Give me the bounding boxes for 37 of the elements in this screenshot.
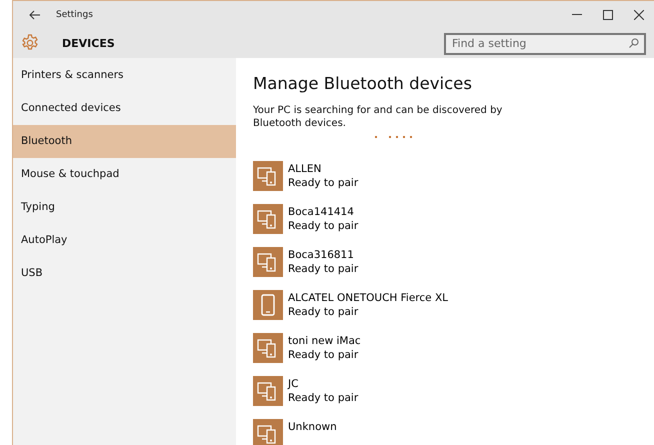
description-text: Your PC is searching for and can be discovered by Bluetooth devices. [253,104,504,130]
device-name[interactable]: Unknown [288,420,337,434]
device-name[interactable]: ALCATEL ONETOUCH Fierce XL [288,291,448,305]
sidebar-item[interactable]: Bluetooth [13,125,236,158]
sidebar-item[interactable]: Typing [13,191,236,224]
monitor-phone-icon [253,419,283,445]
window-title: Settings [56,10,93,20]
device-status: Ready to pair [288,262,358,276]
device-name[interactable]: JC [288,377,358,391]
sidebar-item[interactable]: AutoPlay [13,224,236,257]
device-status: Ready to pair [288,176,358,190]
monitor-phone-icon [253,161,283,191]
monitor-phone-icon [253,376,283,406]
monitor-phone-icon [253,204,283,234]
device-name[interactable]: Boca141414 [288,205,358,219]
device-name[interactable]: ALLEN [288,162,358,176]
device-status: Ready to pair [288,305,360,319]
device-name[interactable]: Boca316811 [288,248,358,262]
section-title: DEVICES [62,36,115,50]
device-status: Ready to pair [288,391,358,405]
close-icon[interactable] [634,10,644,20]
page-title: Manage Bluetooth devices [253,74,473,93]
monitor-phone-icon [253,333,283,363]
back-icon[interactable] [29,10,41,20]
device-status: Ready to pair [288,348,360,362]
device-name[interactable]: toni new iMac [288,334,361,348]
sidebar-item[interactable]: Mouse & touchpad [13,158,236,191]
phone-icon [253,290,283,320]
sidebar-item[interactable]: USB [13,257,236,290]
device-status: Ready to pair [288,219,358,233]
search-icon[interactable] [629,38,639,48]
maximize-icon[interactable] [603,10,613,20]
sidebar-item[interactable]: Connected devices [13,92,236,125]
sidebar-item[interactable]: Printers & scanners [13,59,236,92]
monitor-phone-icon [253,247,283,277]
search-field[interactable]: Find a setting [444,32,646,54]
gear-icon [21,34,39,52]
